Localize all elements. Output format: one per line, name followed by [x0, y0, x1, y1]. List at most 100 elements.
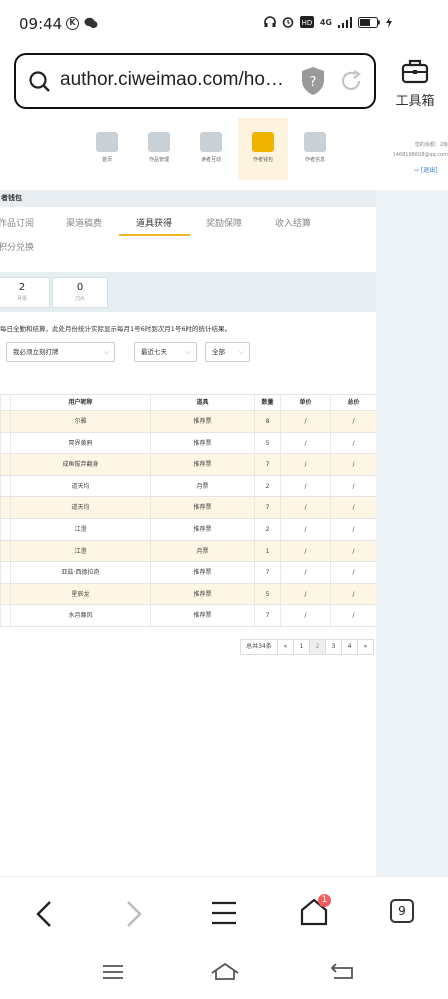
back-nav-icon[interactable]	[330, 962, 354, 980]
cell-total: /	[330, 518, 376, 540]
nav-item-label: 首页	[101, 157, 112, 163]
stat-value: 2	[18, 282, 26, 293]
pagination-total: 总共34条	[240, 639, 278, 655]
tab-props-earned[interactable]: 道具获得	[136, 216, 172, 229]
row-marker	[0, 454, 10, 475]
nav-item-profile[interactable]: 作者信息	[290, 118, 340, 180]
wallet-icon	[252, 132, 274, 152]
notification-badge: 1	[318, 894, 331, 907]
recents-icon[interactable]	[102, 964, 124, 980]
forward-icon[interactable]	[124, 899, 144, 929]
nav-item-home[interactable]: 首页	[82, 118, 132, 180]
table-row: 成鱼拔弃翻身 推荐票 7//	[0, 454, 376, 476]
cell-qty: 7	[254, 562, 280, 583]
table-header: 用户昵称 道具 数量 单价 总价	[0, 394, 376, 411]
cell-nickname: 道天均	[10, 497, 150, 518]
cell-item: 推荐票	[150, 562, 254, 583]
paw-icon	[200, 132, 222, 152]
header-item: 道具	[150, 395, 254, 410]
cell-nickname: 尔雅	[10, 411, 150, 432]
tab-income-settlement[interactable]: 收入结算	[275, 216, 311, 229]
book-select[interactable]: 我必须立刻打牌 ⌵	[6, 342, 115, 362]
toolbox-label: 工具箱	[395, 94, 435, 109]
type-select-value: 全部	[212, 348, 225, 356]
battery-icon	[358, 16, 380, 28]
page-3[interactable]: 3	[325, 639, 342, 655]
url-text[interactable]: author.ciweimao.com/ho…	[60, 69, 284, 91]
table-body: 尔雅 推荐票 8// 冥界黄鸦 推荐票 5// 成鱼拔弃翻身 推荐票 7// 道天均 月票 2// 道天…	[0, 411, 376, 627]
cell-nickname: 道天均	[10, 475, 150, 497]
cell-item: 推荐票	[150, 432, 254, 454]
nav-item-works[interactable]: 作品管理	[134, 118, 184, 180]
logout-link[interactable]: ⇨ [退出]	[414, 165, 438, 174]
wechat-icon	[84, 17, 98, 28]
cell-qty: 7	[254, 497, 280, 518]
signal-icon	[338, 16, 352, 28]
tabs-button[interactable]: 9	[390, 899, 414, 923]
header-total: 总价	[330, 395, 376, 410]
nav-item-label: 作品管理	[148, 157, 169, 163]
cell-unit-price: /	[280, 605, 330, 626]
reload-icon[interactable]	[339, 69, 363, 93]
cell-nickname: 江澄	[10, 518, 150, 540]
account-info: 您的余额：2级 1468198608@qq.com	[376, 140, 448, 160]
table-row: 亚茲·西德拉奇 推荐票 7//	[0, 562, 376, 584]
shield-icon[interactable]: ?	[300, 66, 326, 96]
active-tab-indicator	[119, 234, 190, 236]
nav-item-label: 读者互动	[200, 157, 221, 163]
address-bar[interactable]: author.ciweimao.com/ho… ?	[14, 53, 376, 109]
stat-label: 月票	[16, 296, 27, 302]
cell-nickname: 亚茲·西德拉奇	[10, 562, 150, 583]
cell-nickname: 星辰龙	[10, 583, 150, 605]
briefcase-icon	[401, 59, 429, 84]
stat-blades: 0 刀片	[52, 277, 108, 308]
status-time: 09:44	[19, 15, 63, 33]
cell-unit-price: /	[280, 432, 330, 454]
nav-item-label: 作者钱包	[252, 157, 273, 163]
page-next[interactable]: »	[357, 639, 374, 655]
tab-points-exchange[interactable]: 积分兑换	[0, 240, 34, 253]
nav-item-wallet[interactable]: 作者钱包	[238, 118, 288, 180]
book-select-value: 我必须立刻打牌	[13, 348, 59, 356]
tab-subscription[interactable]: 作品订阅	[0, 216, 34, 229]
back-icon[interactable]	[34, 899, 54, 929]
svg-text:HD: HD	[302, 19, 313, 27]
row-marker	[0, 583, 10, 605]
tab-rewards[interactable]: 奖励保障	[206, 216, 242, 229]
cell-item: 推荐票	[150, 411, 254, 432]
cell-item: 推荐票	[150, 454, 254, 475]
nav-item-readers[interactable]: 读者互动	[186, 118, 236, 180]
page-4[interactable]: 4	[341, 639, 358, 655]
chevron-down-icon: ⌵	[103, 348, 109, 356]
menu-icon[interactable]	[211, 901, 237, 925]
right-panel	[376, 190, 448, 876]
cell-qty: 8	[254, 411, 280, 432]
section-title: 者钱包	[0, 190, 376, 207]
hd-icon: HD	[299, 16, 314, 28]
page-prev[interactable]: «	[277, 639, 294, 655]
status-bar: 09:44 K HD 4G	[0, 0, 448, 48]
cell-qty: 5	[254, 432, 280, 454]
cell-qty: 7	[254, 454, 280, 475]
cell-total: /	[330, 432, 376, 454]
page-2[interactable]: 2	[309, 639, 326, 655]
k-app-icon: K	[66, 17, 79, 30]
book-icon	[148, 132, 170, 152]
cell-nickname: 成鱼拔弃翻身	[10, 454, 150, 475]
type-select[interactable]: 全部 ⌵	[205, 342, 250, 362]
table-row: 道天均 推荐票 7//	[0, 497, 376, 519]
cell-total: /	[330, 454, 376, 475]
table-row: 江澄 推荐票 2//	[0, 518, 376, 541]
cell-unit-price: /	[280, 475, 330, 497]
cell-unit-price: /	[280, 411, 330, 432]
cell-item: 推荐票	[150, 497, 254, 518]
svg-text:?: ?	[310, 75, 317, 90]
cell-item: 推荐票	[150, 518, 254, 540]
tab-channel-fees[interactable]: 渠道稿费	[66, 216, 102, 229]
page-1[interactable]: 1	[293, 639, 310, 655]
home-nav-icon[interactable]	[210, 961, 240, 981]
toolbox-button[interactable]: 工具箱	[388, 56, 442, 112]
cell-unit-price: /	[280, 454, 330, 475]
cell-qty: 7	[254, 605, 280, 626]
range-select[interactable]: 最近七天 ⌵	[134, 342, 197, 362]
